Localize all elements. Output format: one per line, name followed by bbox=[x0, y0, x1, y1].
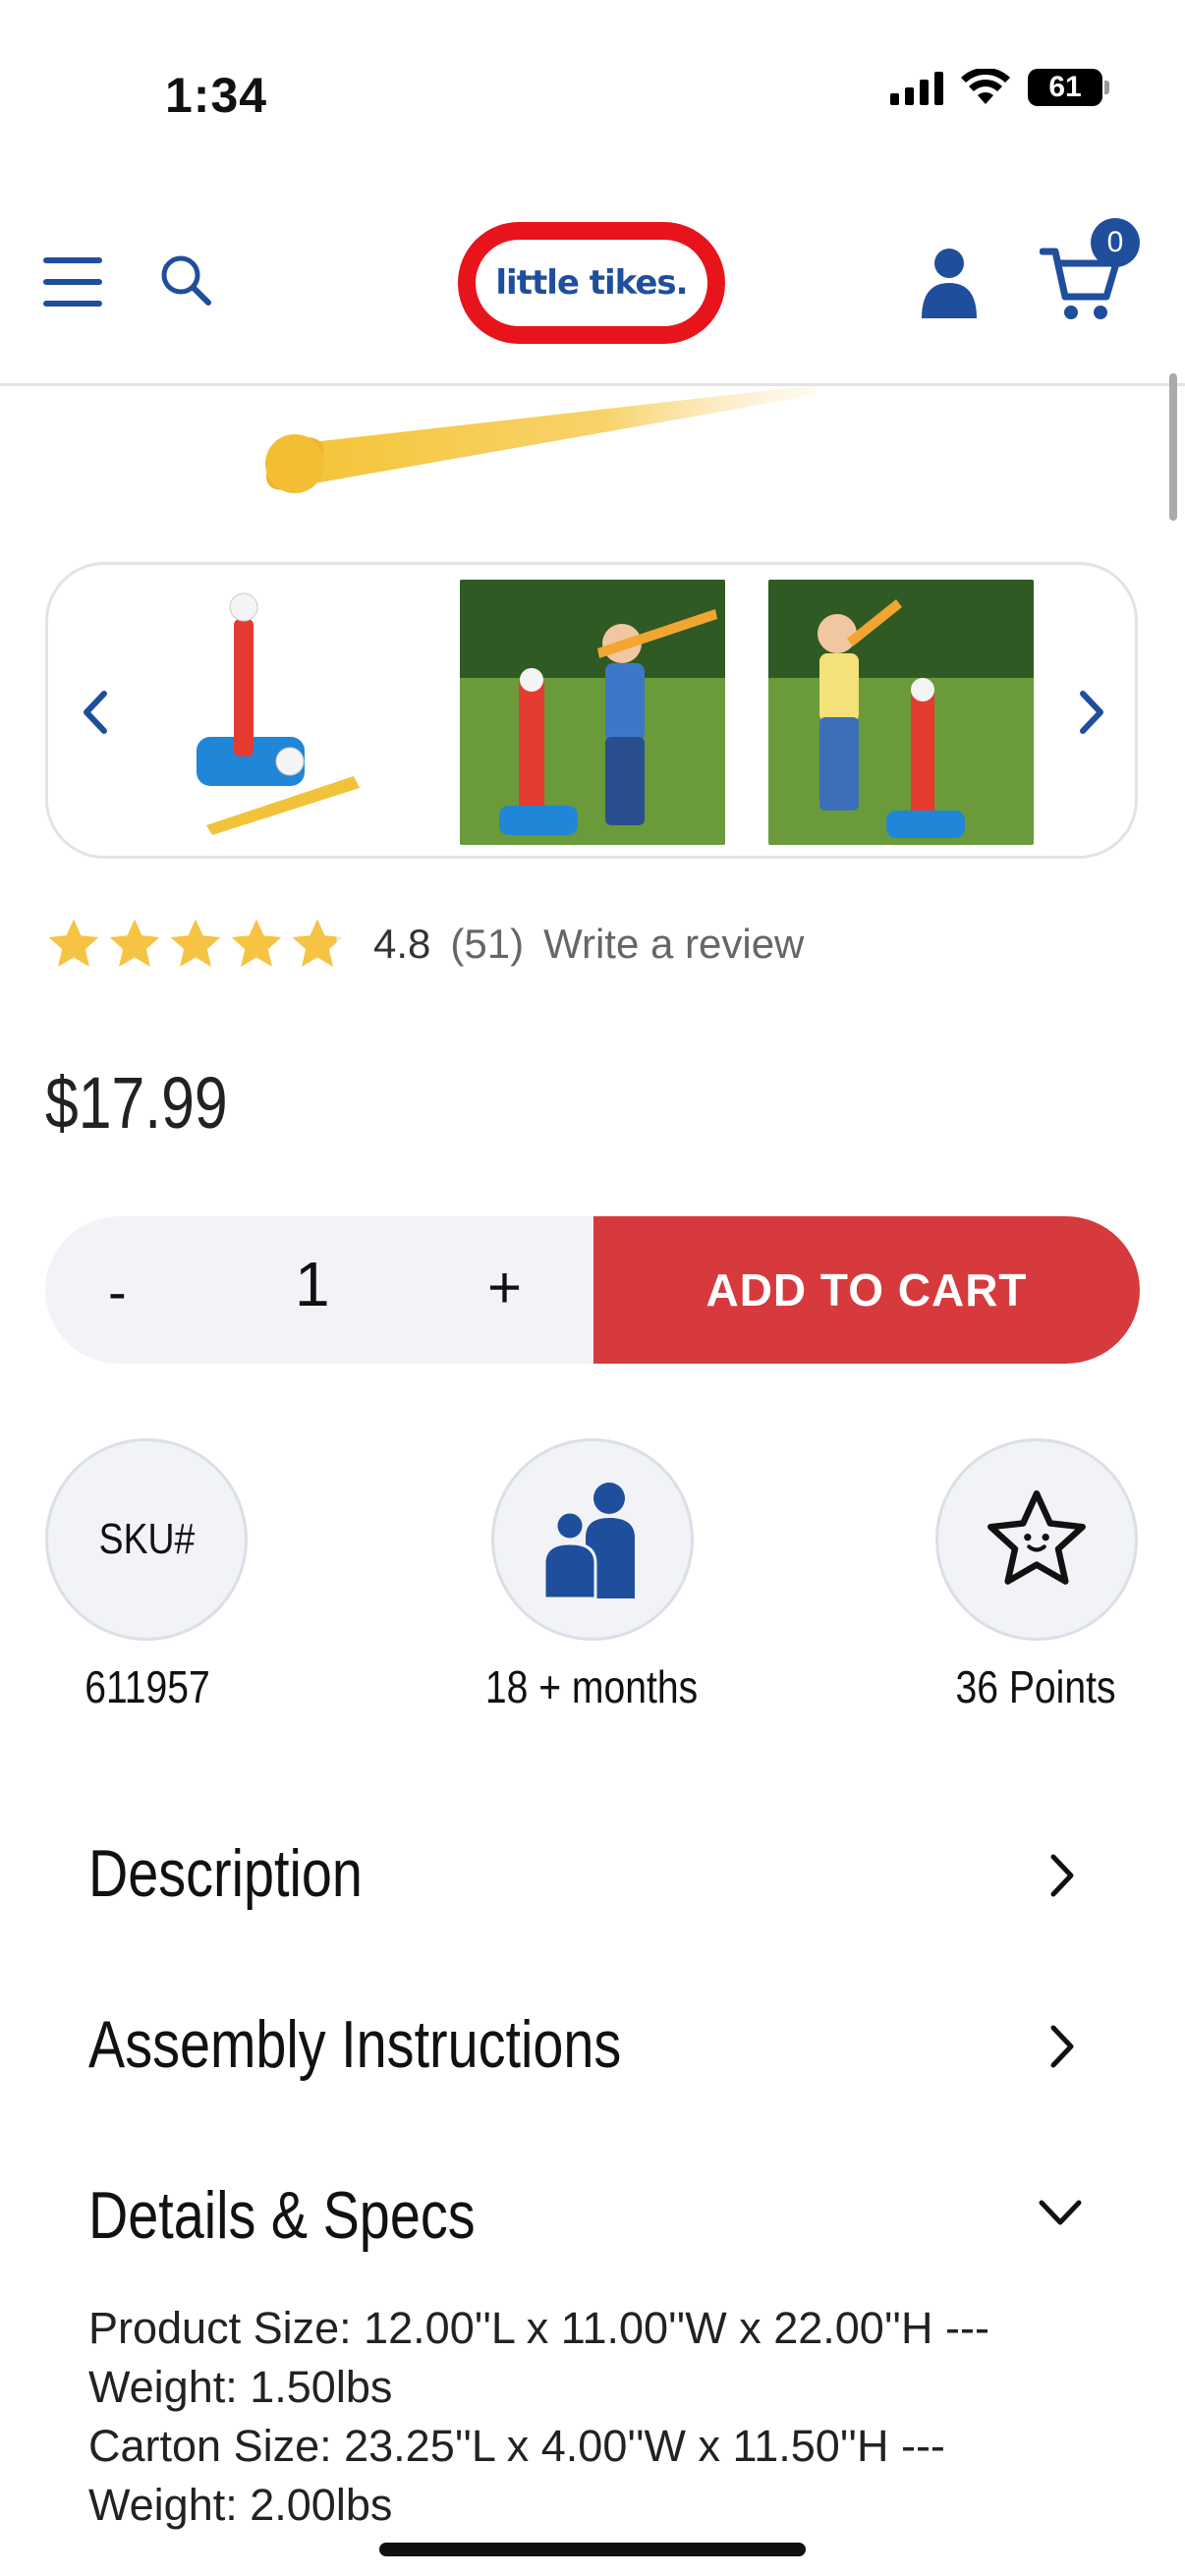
sku-value: 611957 bbox=[85, 1661, 210, 1712]
logo-text: little tikes. bbox=[495, 263, 688, 303]
write-review-link[interactable]: Write a review bbox=[543, 921, 804, 968]
status-icons: 61 bbox=[890, 69, 1109, 106]
user-icon[interactable] bbox=[920, 248, 979, 320]
star-face-icon bbox=[988, 1490, 1086, 1585]
home-indicator[interactable] bbox=[379, 2543, 806, 2556]
star-icon bbox=[109, 919, 160, 967]
sku-label: SKU# bbox=[98, 1515, 195, 1563]
rating-row: 4.8 (51) Write a review bbox=[45, 916, 804, 973]
battery-level: 61 bbox=[1048, 71, 1082, 103]
product-size-text: Product Size: 12.00''L x 11.00''W x 22.0… bbox=[88, 2303, 989, 2412]
thumbnail-product[interactable] bbox=[118, 580, 383, 845]
brand-logo[interactable]: little tikes. bbox=[458, 222, 725, 344]
signal-icon bbox=[890, 70, 943, 105]
star-icon bbox=[170, 919, 221, 967]
review-count[interactable]: (51) bbox=[450, 921, 524, 968]
age-badge bbox=[491, 1438, 694, 1641]
search-icon[interactable] bbox=[157, 252, 216, 310]
product-price: $17.99 bbox=[45, 1062, 228, 1144]
battery-icon: 61 bbox=[1028, 69, 1109, 106]
star-icon bbox=[48, 919, 99, 967]
accordion-description[interactable]: Description bbox=[88, 1835, 363, 1912]
product-hero-image[interactable] bbox=[0, 385, 1185, 532]
star-icon bbox=[231, 919, 282, 967]
people-icon bbox=[542, 1483, 635, 1598]
star-rating bbox=[45, 916, 346, 973]
chevron-down-icon[interactable] bbox=[1036, 2193, 1085, 2232]
sku-badge: SKU# bbox=[45, 1438, 248, 1641]
points-value: 36 Points bbox=[955, 1661, 1116, 1712]
thumbnail-girl-batting[interactable] bbox=[768, 580, 1034, 845]
thumbnail-boy-batting[interactable] bbox=[460, 580, 725, 845]
star-icon bbox=[292, 919, 343, 967]
details-specs-content: Product Size: 12.00''L x 11.00''W x 22.0… bbox=[88, 2299, 1100, 2535]
accordion-details-specs[interactable]: Details & Specs bbox=[88, 2177, 476, 2254]
decrease-quantity-button[interactable]: - bbox=[108, 1260, 127, 1323]
quantity-value[interactable]: 1 bbox=[295, 1248, 330, 1320]
chevron-left-icon[interactable] bbox=[77, 688, 116, 737]
wifi-icon bbox=[961, 69, 1010, 104]
hamburger-icon[interactable] bbox=[43, 257, 102, 307]
rating-value: 4.8 bbox=[373, 921, 431, 967]
add-to-cart-button[interactable]: ADD TO CART bbox=[593, 1216, 1140, 1364]
carton-size-text: Carton Size: 23.25''L x 4.00''W x 11.50'… bbox=[88, 2421, 945, 2530]
points-badge bbox=[935, 1438, 1138, 1641]
cart-count-badge[interactable]: 0 bbox=[1091, 218, 1140, 267]
chevron-right-icon[interactable] bbox=[1071, 688, 1110, 737]
status-time: 1:34 bbox=[165, 68, 268, 123]
increase-quantity-button[interactable]: + bbox=[487, 1254, 522, 1321]
accordion-assembly-instructions[interactable]: Assembly Instructions bbox=[88, 2006, 621, 2083]
age-value: 18 + months bbox=[484, 1661, 699, 1712]
chevron-right-icon[interactable] bbox=[1042, 1851, 1081, 1900]
chevron-right-icon[interactable] bbox=[1042, 2022, 1081, 2071]
